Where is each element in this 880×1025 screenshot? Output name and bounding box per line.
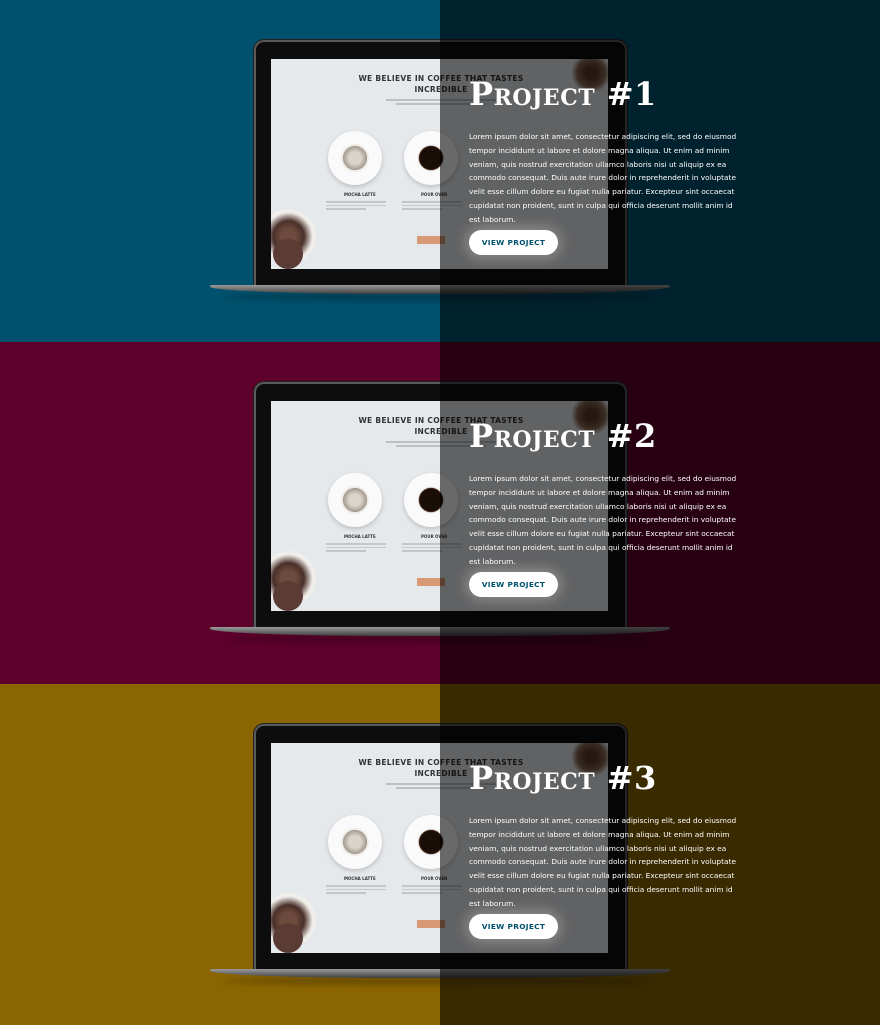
donut-image (273, 923, 303, 953)
project-section-1: WE BELIEVE IN COFFEE THAT TASTES INCREDI… (0, 0, 880, 342)
project-description: Lorem ipsum dolor sit amet, consectetur … (469, 816, 737, 908)
mockup-item-text (326, 199, 386, 212)
mocha-latte-cup-image (328, 815, 382, 869)
project-title: Project #2 (469, 417, 657, 455)
view-project-button[interactable]: VIEW PROJECT (469, 572, 558, 597)
mockup-item-label: MOCHA LATTE (344, 192, 376, 197)
mockup-item-label: MOCHA LATTE (344, 876, 376, 881)
project-section-3: WE BELIEVE IN COFFEE THAT TASTES INCREDI… (0, 684, 880, 1025)
donut-image (273, 581, 303, 611)
mocha-latte-cup-image (328, 131, 382, 185)
donut-image (273, 239, 303, 269)
project-description: Lorem ipsum dolor sit amet, consectetur … (469, 474, 737, 566)
project-section-2: WE BELIEVE IN COFFEE THAT TASTES INCREDI… (0, 342, 880, 684)
project-title: Project #1 (469, 75, 657, 113)
view-project-button[interactable]: VIEW PROJECT (469, 230, 558, 255)
mockup-item-text (326, 883, 386, 896)
mocha-latte-cup-image (328, 473, 382, 527)
view-project-button[interactable]: VIEW PROJECT (469, 914, 558, 939)
project-description: Lorem ipsum dolor sit amet, consectetur … (469, 132, 737, 224)
project-title: Project #3 (469, 759, 657, 797)
mockup-item-label: MOCHA LATTE (344, 534, 376, 539)
mockup-item-text (326, 541, 386, 554)
